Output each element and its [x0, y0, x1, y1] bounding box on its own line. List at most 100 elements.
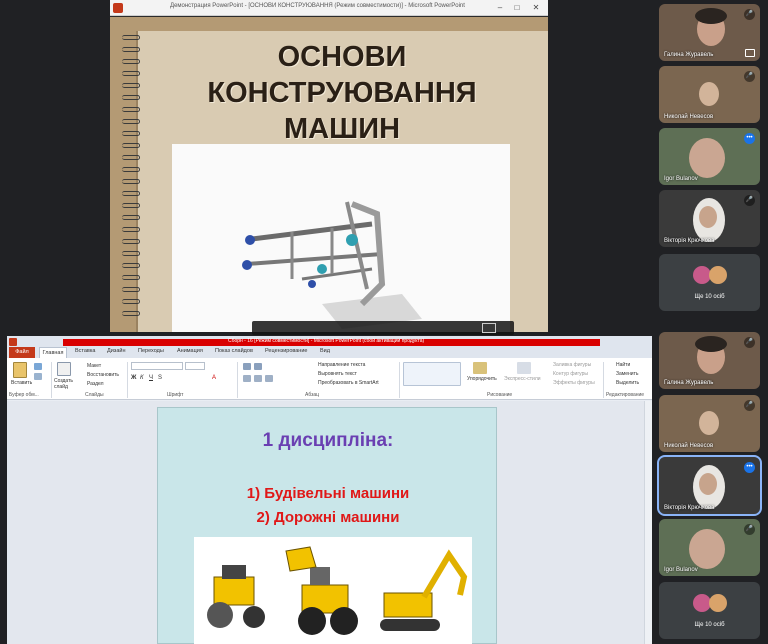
group-paragraph: Абзац — [305, 392, 320, 398]
find-button[interactable]: Найти — [616, 362, 630, 368]
participant-face — [689, 138, 725, 178]
maximize-icon[interactable]: □ — [511, 2, 523, 13]
copy-icon[interactable] — [34, 373, 42, 380]
participant-name: Вікторія Крючкова — [664, 505, 715, 511]
cut-icon[interactable] — [34, 363, 42, 370]
slide-editing-area: 1 дисципліна: 1) Будівельні машини 2) До… — [7, 401, 652, 644]
paste-button[interactable]: Вставить — [11, 380, 32, 386]
shapes-gallery[interactable] — [403, 362, 461, 386]
text-direction-button[interactable]: Направление текста — [318, 362, 365, 368]
participant-name: Галина Журавель — [664, 52, 714, 58]
mic-muted-icon: 🎤 — [744, 195, 755, 206]
reset-button[interactable]: Восстановить — [87, 372, 119, 378]
top-window-titlebar: Демонстрация PowerPoint - [ОСНОВИ КОНСТР… — [110, 0, 548, 16]
powerpoint-icon — [9, 338, 17, 346]
align-text-button[interactable]: Выровнять текст — [318, 371, 357, 377]
participant-tile-1[interactable]: 🎤 Галина Журавель — [659, 4, 760, 61]
close-icon[interactable]: ✕ — [530, 2, 542, 13]
pin-icon[interactable] — [745, 49, 755, 57]
tab-slideshow[interactable]: Показ слайдов — [215, 348, 253, 354]
editor-title: Сборн - 16 [Режим совместимости] - Micro… — [228, 338, 425, 344]
tab-transitions[interactable]: Переходы — [138, 348, 164, 354]
new-slide-icon[interactable] — [57, 362, 71, 376]
font-size-field[interactable] — [185, 362, 205, 370]
replace-button[interactable]: Заменить — [616, 371, 638, 377]
group-slides: Слайды — [85, 392, 104, 398]
participant-face — [699, 411, 719, 435]
participant-face — [699, 206, 717, 228]
current-slide[interactable]: 1 дисципліна: 1) Будівельні машини 2) До… — [157, 407, 497, 644]
tab-review[interactable]: Рецензирование — [265, 348, 307, 354]
stop-share-icon[interactable] — [482, 323, 496, 333]
slide-heading: 1 дисципліна: — [262, 430, 394, 451]
group-font: Шрифт — [167, 392, 184, 398]
font-name-field[interactable] — [131, 362, 183, 370]
shared-presentation-top: Демонстрация PowerPoint - [ОСНОВИ КОНСТР… — [110, 0, 548, 332]
strikethrough-button[interactable]: S — [158, 375, 162, 381]
slide-item-1: 1) Будівельні машини — [246, 485, 410, 502]
more-participants-tile[interactable]: Ще 10 осіб — [659, 582, 760, 639]
italic-button[interactable]: К — [140, 375, 144, 381]
speaking-indicator-icon: ••• — [744, 133, 755, 144]
numbering-icon[interactable] — [254, 363, 262, 370]
more-participants-label: Ще 10 осіб — [694, 294, 725, 300]
arrange-icon[interactable] — [473, 362, 487, 374]
select-button[interactable]: Выделить — [616, 380, 639, 386]
shape-effects-button[interactable]: Эффекты фигуры — [553, 380, 595, 386]
slide-title: ОСНОВИ КОНСТРУЮВАННЯ МАШИН — [207, 41, 477, 145]
section-button[interactable]: Раздел — [87, 381, 104, 387]
participant-tile-8[interactable]: 🎤 Igor Bulanov — [659, 519, 760, 576]
arrange-button[interactable]: Упорядочить — [467, 376, 497, 382]
screen-share-overlay[interactable] — [252, 321, 514, 335]
tab-design[interactable]: Дизайн — [107, 348, 126, 354]
participant-name: Igor Bulanov — [664, 567, 698, 573]
tab-insert[interactable]: Вставка — [75, 348, 95, 354]
new-slide-button[interactable]: Создать слайд — [54, 378, 76, 390]
participant-face — [699, 473, 717, 495]
font-color-button[interactable]: A — [212, 375, 216, 381]
group-editing: Редактирование — [606, 392, 645, 398]
bold-button[interactable]: Ж — [131, 375, 136, 381]
mic-muted-icon: 🎤 — [744, 71, 755, 82]
ribbon-tabs: Файл Главная Вставка Дизайн Переходы Ани… — [7, 347, 652, 358]
shape-fill-button[interactable]: Заливка фигуры — [553, 362, 591, 368]
powerpoint-icon — [113, 3, 123, 13]
underline-button[interactable]: Ч — [149, 375, 153, 381]
participant-name: Галина Журавель — [664, 380, 714, 386]
tab-file[interactable]: Файл — [9, 347, 35, 358]
vertical-scrollbar[interactable] — [644, 401, 652, 644]
quick-styles-button[interactable]: Экспресс-стили — [504, 376, 541, 382]
activation-warning-bar: Сборн - 16 [Режим совместимости] - Micro… — [63, 338, 600, 346]
shape-outline-button[interactable]: Контур фигуры — [553, 371, 588, 377]
tab-home[interactable]: Главная — [39, 347, 67, 358]
bullets-icon[interactable] — [243, 363, 251, 370]
participant-tile-5[interactable]: 🎤 Галина Журавель — [659, 332, 760, 389]
more-participants-tile[interactable]: Ще 10 осіб — [659, 254, 760, 311]
participant-tile-2[interactable]: 🎤 Николай Невесов — [659, 66, 760, 123]
mic-muted-icon: 🎤 — [744, 524, 755, 535]
machine-mechanism-image — [172, 144, 510, 332]
participant-tile-4[interactable]: 🎤 Вікторія Крючкова — [659, 190, 760, 247]
layout-button[interactable]: Макет — [87, 363, 101, 369]
participant-tile-3[interactable]: ••• Igor Bulanov — [659, 128, 760, 185]
align-center-icon[interactable] — [254, 375, 262, 382]
slide-title-page: ОСНОВИ КОНСТРУЮВАННЯ МАШИН — [110, 17, 548, 332]
participant-face — [699, 82, 719, 106]
smartart-button[interactable]: Преобразовать в SmartArt — [318, 380, 379, 386]
avatar — [709, 594, 727, 612]
participant-tile-6[interactable]: 🎤 Николай Невесов — [659, 395, 760, 452]
participant-name: Николай Невесов — [664, 443, 714, 449]
paste-icon[interactable] — [13, 362, 27, 378]
participant-tile-7[interactable]: ••• Вікторія Крючкова — [657, 455, 762, 516]
tab-animation[interactable]: Анимация — [177, 348, 203, 354]
align-left-icon[interactable] — [243, 375, 251, 382]
group-drawing: Рисование — [487, 392, 513, 398]
group-clipboard: Буфер обм... — [9, 392, 39, 398]
minimize-icon[interactable]: – — [494, 2, 506, 13]
speaking-indicator-icon: ••• — [744, 462, 755, 473]
tab-view[interactable]: Вид — [320, 348, 330, 354]
editor-titlebar: Сборн - 16 [Режим совместимости] - Micro… — [7, 336, 652, 347]
quick-styles-icon[interactable] — [517, 362, 531, 374]
align-right-icon[interactable] — [265, 375, 273, 382]
participant-face — [689, 529, 725, 569]
